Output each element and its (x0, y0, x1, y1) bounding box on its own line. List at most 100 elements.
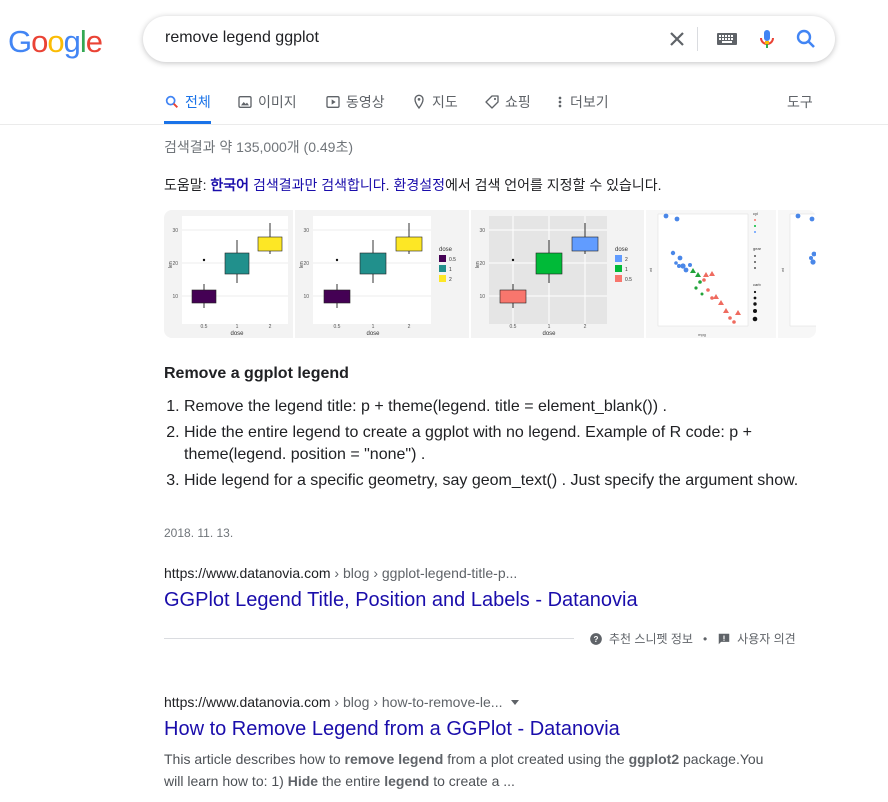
image-thumb-5[interactable]: wt (778, 210, 816, 338)
result-stats: 검색결과 약 135,000개 (0.49초) (164, 139, 354, 155)
x-axis-label: dose (366, 331, 380, 337)
lang-settings-link[interactable]: 환경설정 (393, 177, 445, 193)
google-logo[interactable]: Google (8, 24, 103, 60)
desc-highlight: Hide (287, 773, 319, 789)
feedback-label: 사용자 의견 (737, 632, 796, 646)
x-axis-label: mpg (698, 332, 706, 337)
legend-value: 1 (449, 267, 452, 273)
tab-more[interactable]: 더보기 (555, 92, 609, 112)
about-label: 추천 스니펫 정보 (609, 632, 693, 646)
desc-text: This article describes how to (164, 751, 345, 767)
snippet-result-title[interactable]: GGPlot Legend Title, Position and Labels… (164, 589, 638, 612)
x-axis-label: dose (230, 331, 244, 337)
result-cite[interactable]: https://www.datanovia.com › blog › ggplo… (164, 565, 517, 581)
tab-all[interactable]: 전체 (164, 92, 211, 124)
tag-icon (485, 95, 499, 109)
search-box[interactable]: remove legend ggplot (143, 16, 835, 62)
x-axis-label: dose (542, 331, 556, 337)
image-thumb-3[interactable]: 10 20 30 len 0.5 1 2 dose dose 2 1 0.5 (471, 210, 644, 338)
tab-label: 이미지 (258, 94, 297, 110)
y-tick: 30 (172, 228, 178, 234)
image-strip: 10 20 30 len 0.5 1 2 dose 10 20 30 len 0… (164, 210, 816, 338)
logo-letter-e: e (85, 24, 103, 59)
lang-only-link[interactable]: 검색결과만 검색합니다 (249, 177, 386, 193)
result-title[interactable]: How to Remove Legend from a GGPlot - Dat… (164, 718, 620, 741)
y-tick: 10 (172, 294, 178, 300)
logo-letter-g: G (8, 24, 32, 59)
cite-domain: https://www.datanovia.com (164, 694, 331, 710)
tab-label: 쇼핑 (505, 94, 531, 110)
x-tick: 2 (408, 324, 411, 330)
desc-text: to create a ... (429, 773, 515, 789)
legend-title: dose (615, 247, 629, 253)
help-icon: ? (590, 632, 602, 645)
x-tick: 1 (236, 324, 239, 330)
close-icon[interactable] (665, 27, 689, 51)
snippet-list: Remove the legend title: p + theme(legen… (164, 396, 824, 496)
lang-prefix: 도움말: (164, 177, 211, 193)
image-thumb-2[interactable]: 10 20 30 len 0.5 1 2 dose dose 0.5 1 2 (295, 210, 469, 338)
x-tick: 0.5 (201, 324, 208, 330)
legend-title: dose (439, 247, 453, 253)
tab-images[interactable]: 이미지 (237, 92, 297, 112)
y-tick: 30 (479, 228, 485, 234)
desc-highlight: legend (384, 773, 430, 789)
desc-highlight: ggplot2 (628, 751, 680, 767)
search-icon (165, 95, 178, 108)
y-tick: 10 (303, 294, 309, 300)
logo-letter-o2: o (47, 24, 64, 59)
y-axis-label: len (168, 261, 174, 268)
legend-value: 2 (625, 257, 628, 263)
tab-videos[interactable]: 동영상 (325, 92, 385, 112)
tab-shopping[interactable]: 쇼핑 (484, 92, 531, 112)
legend-title: gear (753, 246, 762, 251)
legend-value: 2 (449, 277, 452, 283)
snippet-title: Remove a ggplot legend (164, 365, 349, 382)
cite-path: › blog › how-to-remove-le... (330, 694, 503, 710)
snippet-date: 2018. 11. 13. (164, 526, 234, 540)
snippet-about[interactable]: ? 추천 스니펫 정보 • 사용자 의견 (589, 630, 796, 647)
mic-icon[interactable] (755, 27, 779, 51)
svg-text:?: ? (594, 634, 599, 643)
caret-down-icon[interactable] (510, 697, 520, 707)
lang-suffix: 에서 검색 언어를 지정할 수 있습니다. (444, 177, 662, 193)
result-cite[interactable]: https://www.datanovia.com › blog › how-t… (164, 694, 520, 710)
legend-value: 1 (625, 267, 628, 273)
x-tick: 0.5 (334, 324, 341, 330)
bullet-separator: • (702, 631, 708, 646)
image-thumb-1[interactable]: 10 20 30 len 0.5 1 2 dose (164, 210, 293, 338)
x-tick: 1 (548, 324, 551, 330)
cite-domain: https://www.datanovia.com (164, 565, 331, 581)
x-tick: 2 (269, 324, 272, 330)
result-description: This article describes how to remove leg… (164, 748, 764, 792)
search-input[interactable]: remove legend ggplot (165, 29, 319, 47)
snippet-divider (164, 638, 574, 639)
snippet-list-item: Remove the legend title: p + theme(legen… (184, 396, 824, 418)
snippet-list-item: Hide the entire legend to create a ggplo… (184, 422, 824, 466)
search-tabs: 전체 이미지 동영상 지도 쇼핑 더보기 도구 (0, 84, 888, 125)
video-icon (326, 96, 340, 108)
logo-letter-g2: g (63, 24, 81, 59)
desc-text: the entire (318, 773, 385, 789)
tools-label: 도구 (787, 94, 813, 110)
legend-title: cyl (753, 211, 758, 216)
y-axis-label: len (475, 261, 481, 268)
feedback-icon (718, 633, 730, 644)
image-thumb-4[interactable]: wt mpg cyl gear carb (646, 210, 776, 338)
legend-value: 0.5 (449, 257, 456, 263)
tab-label: 지도 (432, 94, 458, 110)
y-tick: 30 (303, 228, 309, 234)
search-icon[interactable] (794, 27, 818, 51)
tab-label: 동영상 (346, 94, 385, 110)
keyboard-icon[interactable] (715, 27, 739, 51)
y-axis-label: len (299, 261, 305, 268)
x-tick: 2 (584, 324, 587, 330)
tab-maps[interactable]: 지도 (411, 92, 458, 112)
image-icon (238, 96, 252, 108)
tab-label: 전체 (185, 94, 211, 110)
language-hint: 도움말: 한국어 검색결과만 검색합니다. 환경설정에서 검색 언어를 지정할 … (164, 175, 662, 195)
y-tick: 10 (479, 294, 485, 300)
tools-button[interactable]: 도구 (787, 92, 813, 112)
lang-korean-link[interactable]: 한국어 (210, 177, 249, 193)
logo-letter-o1: o (31, 24, 48, 59)
